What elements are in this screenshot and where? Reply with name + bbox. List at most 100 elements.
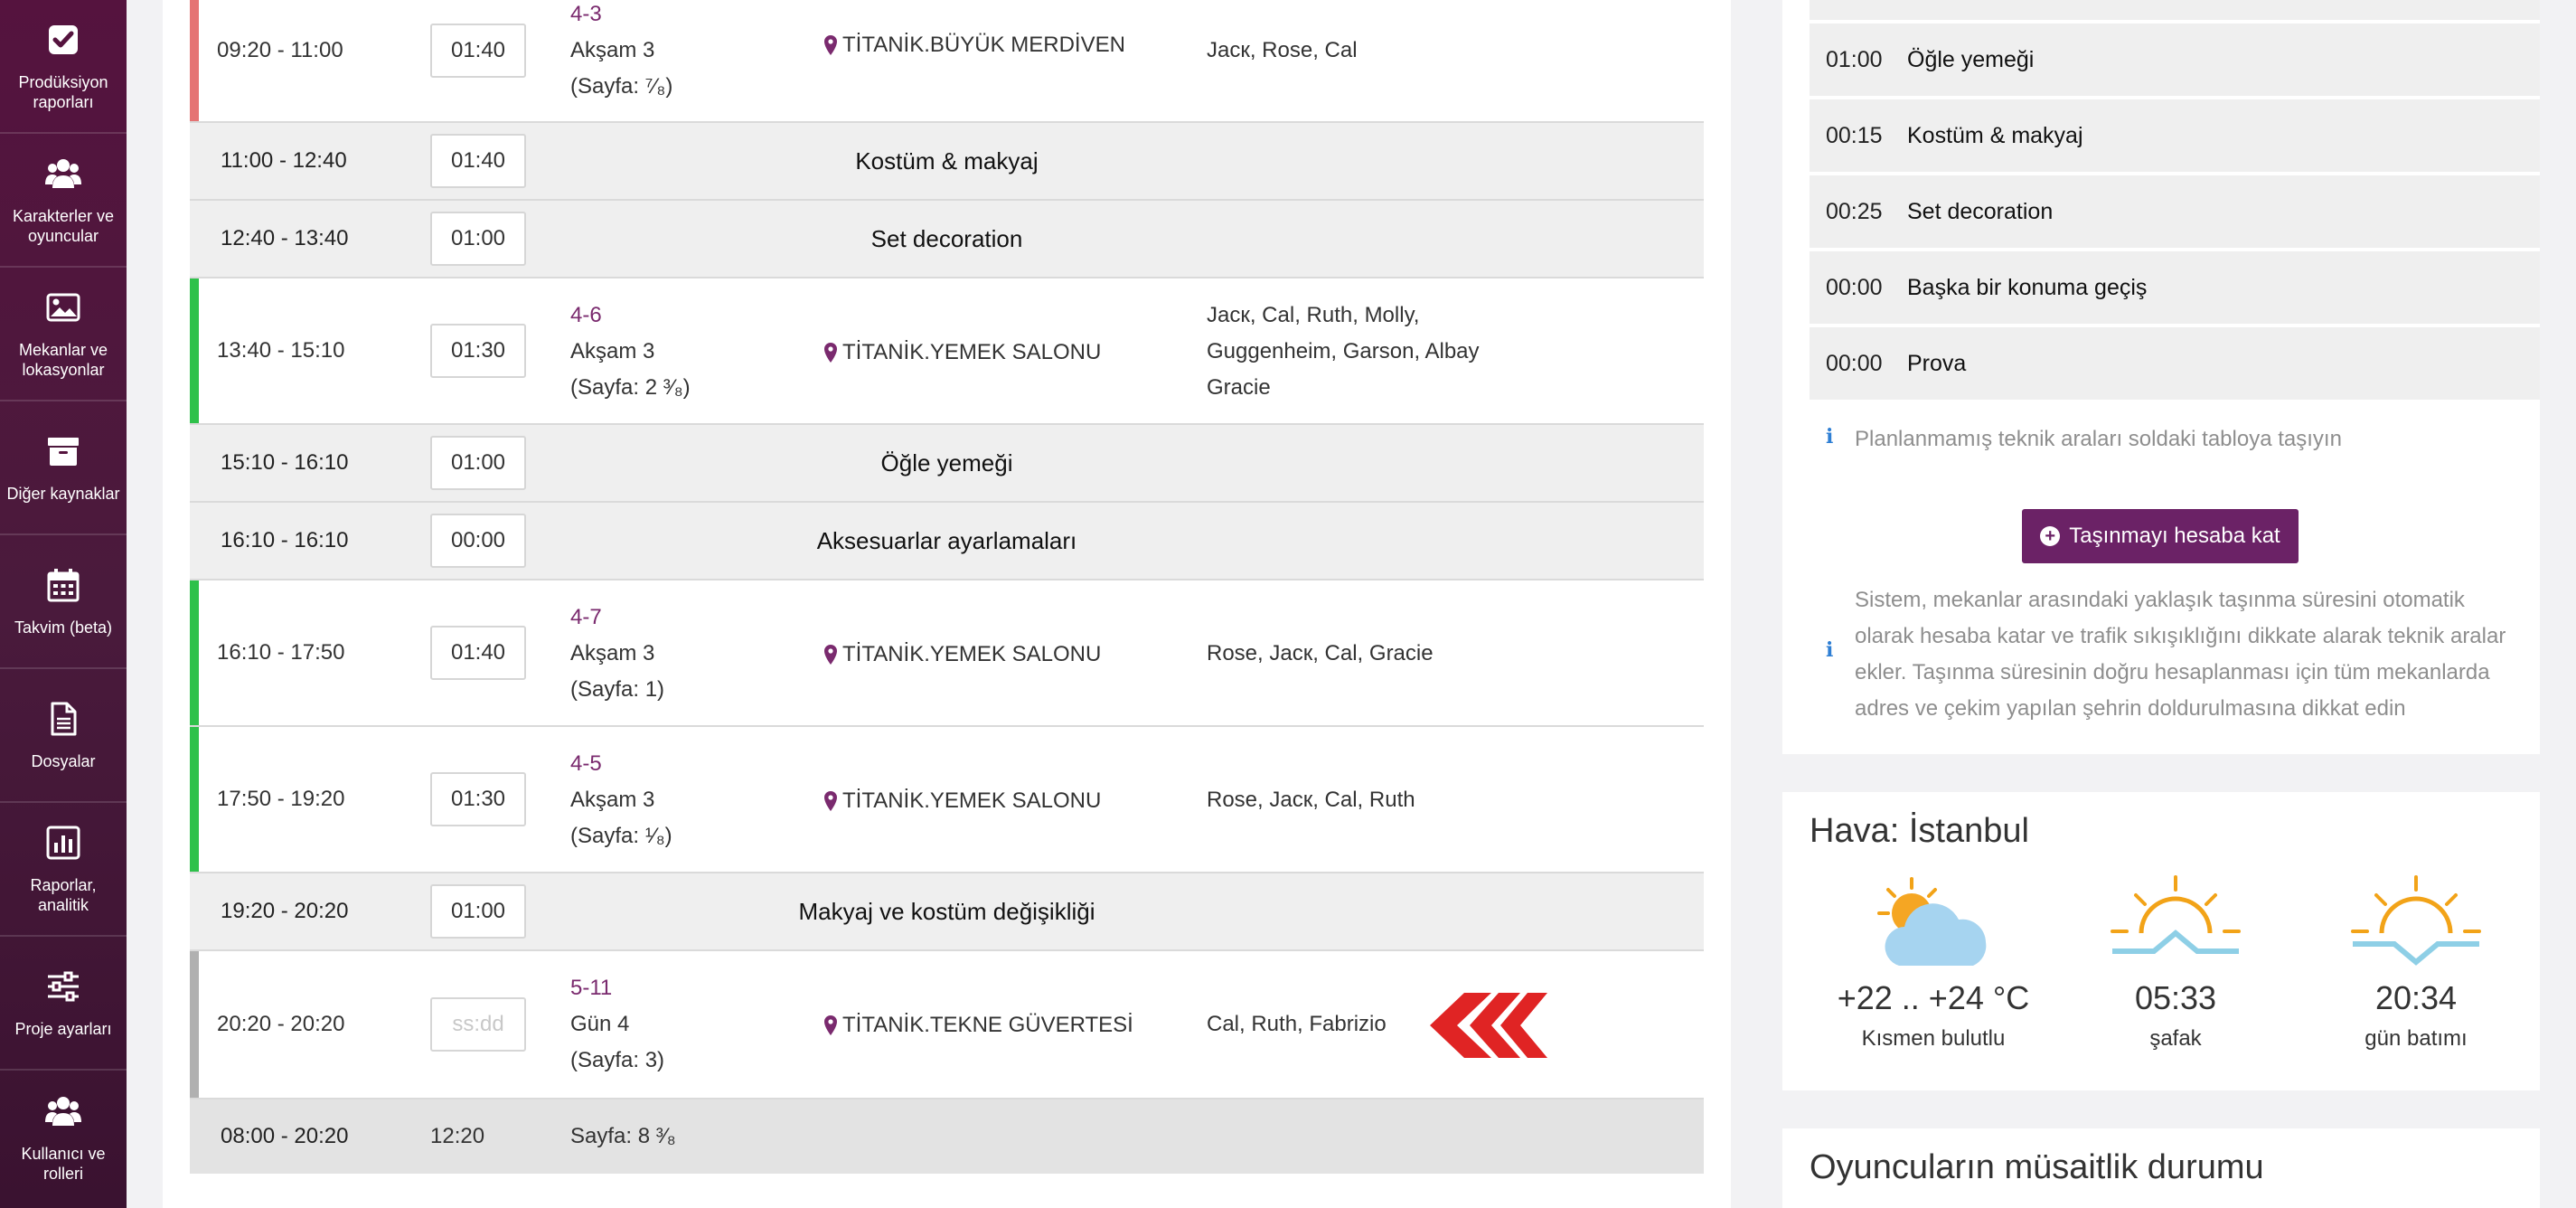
location-name: TİTANİK.YEMEK SALONU	[842, 340, 1102, 364]
break-title: Öğle yemeği	[880, 448, 1013, 477]
location-name: TİTANİK.YEMEK SALONU	[842, 788, 1102, 813]
info-icon: i	[1826, 425, 1834, 448]
break-row[interactable]: 16:10 - 16:10 00:00 Aksesuarlar ayarlama…	[190, 503, 1704, 580]
tech-break-duration: 00:15	[1826, 122, 1883, 148]
location[interactable]: TİTANİK.YEMEK SALONU	[823, 788, 1101, 814]
sidebar-item-reports[interactable]: Raporlar, analitik	[0, 803, 127, 937]
cast-list: Jacк, Cal, Ruth, Molly, Guggenheim, Gars…	[1207, 303, 1480, 400]
duration-input[interactable]: 01:30	[430, 772, 526, 826]
break-title: Kostüm & makyaj	[855, 146, 1039, 175]
info-line: Sistem, mekanlar arasındaki yaklaşık taş…	[1855, 588, 2465, 612]
location-name: TİTANİK.BÜYÜK MERDİVEN	[842, 33, 1125, 57]
map-pin-icon	[824, 35, 837, 55]
weather-title: Hava: İstanbul	[1810, 812, 2029, 850]
tech-break-row[interactable]: 00:15 Kostüm & makyaj	[1810, 99, 2540, 174]
duration-input[interactable]: 01:40	[430, 24, 526, 78]
scene-pages: (Sayfa: 2 ³⁄₈)	[570, 375, 691, 400]
tech-break-row[interactable]: 01:00 Öğle yemeği	[1810, 24, 2540, 98]
scene-number-link[interactable]: 4-3	[570, 0, 672, 33]
cast-list: Jacк, Rose, Cal	[1207, 38, 1358, 62]
sidebar-item-other-resources[interactable]: Diğer kaynaklar	[0, 401, 127, 535]
plus-circle-icon: +	[2040, 526, 2061, 546]
duration-input[interactable]: ss:dd	[430, 997, 526, 1052]
sunset-icon	[2351, 875, 2481, 966]
location[interactable]: TİTANİK.TEKNE GÜVERTESİ	[823, 1013, 1133, 1038]
map-pin-icon	[824, 1015, 837, 1035]
scene-number-link[interactable]: 5-11	[570, 970, 664, 1006]
sidebar-item-label: Mekanlar ve lokasyonlar	[18, 341, 108, 379]
tech-break-row[interactable]: 00:00 Prova	[1810, 327, 2540, 401]
location-name: TİTANİK.TEKNE GÜVERTESİ	[842, 1013, 1133, 1037]
scene-info: 4-3 Akşam 3 (Sayfa: ⁷⁄₈)	[570, 0, 672, 105]
tech-break-duration: 00:25	[1826, 198, 1883, 224]
location-name: TİTANİK.YEMEK SALONU	[842, 642, 1102, 666]
sunrise-label: şafak	[2149, 1026, 2202, 1051]
duration-input[interactable]: 01:30	[430, 324, 526, 378]
checkbox-icon	[43, 20, 83, 60]
total-duration: 12:20	[430, 1124, 485, 1148]
sidebar-item-characters[interactable]: Karakterler ve oyuncular	[0, 134, 127, 268]
sunset: 20:34 gün batımı	[2299, 875, 2534, 1052]
scene-row[interactable]: 09:20 - 11:00 01:40 4-3 Akşam 3 (Sayfa: …	[190, 0, 1704, 123]
duration-input[interactable]: 01:40	[430, 626, 526, 680]
tech-break-label: Öğle yemeği	[1907, 46, 2035, 72]
map-pin-icon	[824, 791, 837, 811]
break-row[interactable]: 19:20 - 20:20 01:00 Makyaj ve kostüm değ…	[190, 873, 1704, 951]
travel-info-text: Sistem, mekanlar arasındaki yaklaşık taş…	[1855, 582, 2528, 727]
location[interactable]: TİTANİK.YEMEK SALONU	[823, 642, 1101, 667]
scene-row[interactable]: 17:50 - 19:20 01:30 4-5 Akşam 3 (Sayfa: …	[190, 727, 1704, 873]
image-icon	[43, 288, 83, 327]
location[interactable]: TİTANİK.BÜYÜK MERDİVEN	[823, 33, 1125, 58]
sidebar-item-locations[interactable]: Mekanlar ve lokasyonlar	[0, 268, 127, 401]
sidebar-item-production-reports[interactable]: Prodüksiyon raporları	[0, 0, 127, 134]
sidebar-item-calendar[interactable]: Takvim (beta)	[0, 535, 127, 669]
scene-number-link[interactable]: 4-6	[570, 297, 691, 334]
sidebar-item-label: Prodüksiyon raporları	[18, 73, 108, 111]
tech-break-duration: 00:00	[1826, 350, 1883, 376]
sidebar-item-label: Dosyalar	[31, 752, 96, 770]
scene-number-link[interactable]: 4-7	[570, 599, 664, 636]
cast-availability-title: Oyuncuların müsaitlik durumu	[1810, 1148, 2264, 1186]
tech-break-row[interactable]: 00:00 Başka bir konuma geçiş	[1810, 251, 2540, 326]
scene-pages: (Sayfa: 3)	[570, 1048, 665, 1072]
tech-break-row-partial	[1810, 0, 2540, 22]
scene-status-bar	[190, 727, 199, 872]
scene-pages: (Sayfa: ¹⁄₈)	[570, 824, 672, 848]
file-icon	[43, 699, 83, 739]
triple-chevron-left-icon	[1430, 993, 1547, 1058]
archive-icon	[43, 431, 83, 471]
tech-break-label: Prova	[1907, 350, 1967, 376]
partly-cloudy-icon	[1877, 877, 1987, 966]
sidebar-item-label: Diğer kaynaklar	[6, 485, 120, 503]
break-title: Makyaj ve kostüm değişikliği	[798, 897, 1095, 925]
scene-info: 4-5 Akşam 3 (Sayfa: ¹⁄₈)	[570, 746, 672, 854]
sidebar-item-label: Karakterler ve oyuncular	[12, 207, 115, 245]
sunrise: 05:33 şafak	[2058, 875, 2293, 1052]
scene-row[interactable]: 13:40 - 15:10 01:30 4-6 Akşam 3 (Sayfa: …	[190, 278, 1704, 425]
scene-day: Akşam 3	[570, 788, 655, 812]
sidebar-item-label: Proje ayarları	[14, 1020, 112, 1038]
account-for-travel-button[interactable]: + Taşınmayı hesaba kat	[2022, 509, 2299, 563]
location[interactable]: TİTANİK.YEMEK SALONU	[823, 340, 1101, 365]
scene-day: Gün 4	[570, 1012, 630, 1036]
break-row[interactable]: 12:40 - 13:40 01:00 Set decoration	[190, 201, 1704, 278]
cast-list: Rose, Jacк, Cal, Ruth	[1207, 788, 1415, 812]
sidebar-item-users-roles[interactable]: Kullanıcı ve rolleri	[0, 1071, 127, 1204]
sidebar-item-files[interactable]: Dosyalar	[0, 669, 127, 803]
sidebar-item-project-settings[interactable]: Proje ayarları	[0, 937, 127, 1071]
time-range: 13:40 - 15:10	[217, 338, 345, 363]
scene-row[interactable]: 20:20 - 20:20 ss:dd 5-11 Gün 4 (Sayfa: 3…	[190, 951, 1704, 1099]
weather-forecast: +22 .. +24 °C Kısmen bulutlu	[1816, 875, 2051, 1052]
sliders-icon	[43, 967, 83, 1006]
sunset-time: 20:34	[2374, 979, 2458, 1016]
total-row: 08:00 - 20:20 12:20 Sayfa: 8 ³⁄₈	[190, 1099, 1704, 1174]
time-range: 17:50 - 19:20	[217, 787, 345, 811]
scene-row[interactable]: 16:10 - 17:50 01:40 4-7 Akşam 3 (Sayfa: …	[190, 580, 1704, 727]
scene-day: Akşam 3	[570, 339, 655, 363]
temperature-range: +22 .. +24 °C	[1837, 979, 2030, 1016]
break-row[interactable]: 11:00 - 12:40 01:40 Kostüm & makyaj	[190, 123, 1704, 201]
break-row[interactable]: 15:10 - 16:10 01:00 Öğle yemeği	[190, 425, 1704, 503]
scene-number-link[interactable]: 4-5	[570, 746, 672, 782]
sunrise-time: 05:33	[2134, 979, 2217, 1016]
tech-break-row[interactable]: 00:25 Set decoration	[1810, 175, 2540, 250]
